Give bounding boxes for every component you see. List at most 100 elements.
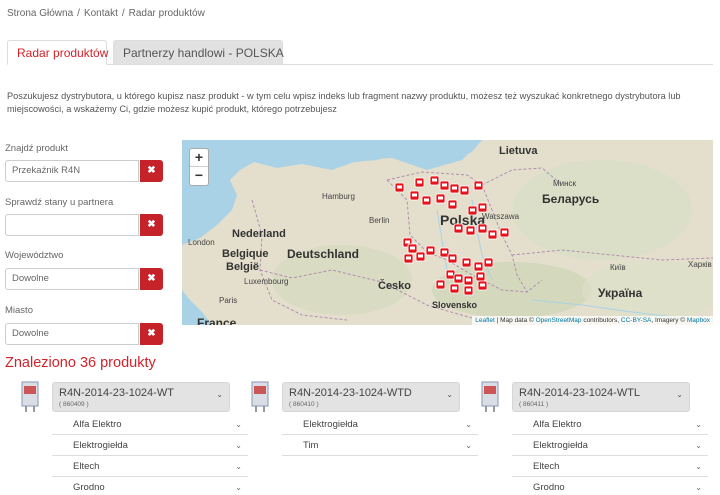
attribution-text: | Map data © xyxy=(494,317,536,324)
voivodeship-field: Dowolne ✖ xyxy=(5,268,163,290)
city-input[interactable]: Dowolne xyxy=(5,323,139,345)
city-field: Dowolne ✖ xyxy=(5,323,163,345)
map-label-london: London xyxy=(188,238,215,247)
map-label-minsk: Минск xyxy=(553,179,577,188)
map-label-luxembourg: Luxembourg xyxy=(244,277,289,286)
map-label-lietuva: Lietuva xyxy=(499,145,538,157)
chevron-down-icon: ⌄ xyxy=(235,441,242,450)
distributor-name: Tim xyxy=(303,440,319,451)
breadcrumb-home[interactable]: Strona Główna xyxy=(7,8,73,19)
leaflet-link[interactable]: Leaflet xyxy=(475,317,495,324)
map-attribution: Leaflet | Map data © OpenStreetMap contr… xyxy=(472,316,713,325)
breadcrumb-separator: / xyxy=(77,8,80,19)
chevron-down-icon: ⌄ xyxy=(235,420,242,429)
breadcrumb-contact[interactable]: Kontakt xyxy=(84,8,118,19)
chevron-down-icon: ⌄ xyxy=(695,462,702,471)
relay-thumbnail-icon xyxy=(481,381,499,412)
map-label-berlin: Berlin xyxy=(369,216,390,225)
distributor-list: Elektrogiełda ⌄ Tim ⌄ xyxy=(282,414,478,456)
breadcrumb-separator: / xyxy=(121,8,125,19)
zoom-out-button[interactable]: − xyxy=(190,167,208,185)
product-header[interactable]: R4N-2014-23-1024-WTL ( 860411 ) ⌄ xyxy=(512,382,690,412)
product-code: ( 860411 ) xyxy=(519,401,549,408)
tab-bar: Radar produktów Partnerzy handlowi - POL… xyxy=(7,40,713,65)
map-label-hamburg: Hamburg xyxy=(322,192,355,201)
chevron-down-icon: ⌄ xyxy=(695,441,702,450)
chevron-down-icon: ⌄ xyxy=(465,420,472,429)
product-name: R4N-2014-23-1024-WTL xyxy=(519,387,641,399)
map-zoom-control: + − xyxy=(189,148,209,186)
distributor-item[interactable]: Tim ⌄ xyxy=(282,435,478,456)
map-label-warszawa: Warszawa xyxy=(482,212,520,221)
partner-input[interactable] xyxy=(5,214,139,236)
clear-voivodeship-button[interactable]: ✖ xyxy=(140,268,163,290)
zoom-in-button[interactable]: + xyxy=(190,149,208,167)
distributor-item[interactable]: Grodno ⌄ xyxy=(512,477,708,495)
map-label-kharkiv: Харків xyxy=(688,260,712,269)
license-link[interactable]: CC-BY-SA xyxy=(621,317,651,324)
product-name: R4N-2014-23-1024-WT xyxy=(59,387,174,399)
clear-city-button[interactable]: ✖ xyxy=(140,323,163,345)
map-label-slovensko: Slovensko xyxy=(432,300,478,310)
tab-partners[interactable]: Partnerzy handlowi - POLSKA xyxy=(113,40,284,65)
chevron-down-icon: ⌄ xyxy=(446,390,453,399)
map-label-cesko: Česko xyxy=(378,280,412,292)
map-label-belgie: België xyxy=(226,261,260,273)
distributor-name: Elektrogiełda xyxy=(73,440,128,451)
product-search-input[interactable]: Przekaźnik R4N xyxy=(5,160,139,182)
distributor-item[interactable]: Elektrogiełda ⌄ xyxy=(52,435,248,456)
results-count: Znaleziono 36 produkty xyxy=(5,355,156,371)
distributor-list: Alfa Elektro ⌄ Elektrogiełda ⌄ Eltech ⌄ Gro… xyxy=(512,414,708,495)
mapbox-link[interactable]: Mapbox xyxy=(687,317,710,324)
voivodeship-input[interactable]: Dowolne xyxy=(5,268,139,290)
map-label-france: France xyxy=(197,316,237,325)
breadcrumb-current: Radar produktów xyxy=(128,8,205,19)
distributor-name: Elektrogiełda xyxy=(533,440,588,451)
city-label: Miasto xyxy=(5,305,33,316)
chevron-down-icon: ⌄ xyxy=(695,420,702,429)
distributor-item[interactable]: Eltech ⌄ xyxy=(512,456,708,477)
clear-partner-button[interactable]: ✖ xyxy=(140,214,163,236)
map-label-polska: Polska xyxy=(440,212,486,228)
chevron-down-icon: ⌄ xyxy=(676,390,683,399)
distributor-item[interactable]: Alfa Elektro ⌄ xyxy=(512,414,708,435)
product-field: Przekaźnik R4N ✖ xyxy=(5,160,163,182)
clear-product-button[interactable]: ✖ xyxy=(140,160,163,182)
chevron-down-icon: ⌄ xyxy=(216,390,223,399)
distributor-map[interactable]: + − Lietuva Polska Nederland Deutschland… xyxy=(182,140,713,325)
attribution-text: , Imagery © xyxy=(651,317,687,324)
chevron-down-icon: ⌄ xyxy=(465,441,472,450)
map-label-deutschland: Deutschland xyxy=(287,247,360,261)
partner-field: ✖ xyxy=(5,214,163,236)
map-label-belarus: Беларусь xyxy=(542,192,600,206)
distributor-item[interactable]: Alfa Elektro ⌄ xyxy=(52,414,248,435)
map-label-belgique: Belgique xyxy=(222,248,269,260)
product-header[interactable]: R4N-2014-23-1024-WTD ( 860410 ) ⌄ xyxy=(282,382,460,412)
chevron-down-icon: ⌄ xyxy=(695,483,702,492)
map-label-nederland: Nederland xyxy=(232,228,286,240)
product-name: R4N-2014-23-1024-WTD xyxy=(289,387,412,399)
map-label-kyiv: Київ xyxy=(610,263,626,272)
product-label: Znajdź produkt xyxy=(5,143,68,154)
partner-label: Sprawdź stany u partnera xyxy=(5,197,114,208)
distributor-item[interactable]: Eltech ⌄ xyxy=(52,456,248,477)
distributor-item[interactable]: Grodno ⌄ xyxy=(52,477,248,495)
tab-radar[interactable]: Radar produktów xyxy=(7,40,108,65)
map-label-paris: Paris xyxy=(219,296,238,305)
product-header[interactable]: R4N-2014-23-1024-WT ( 860409 ) ⌄ xyxy=(52,382,230,412)
distributor-item[interactable]: Elektrogiełda ⌄ xyxy=(512,435,708,456)
product-code: ( 860409 ) xyxy=(59,401,89,408)
intro-text: Poszukujesz dystrybutora, u którego kupi… xyxy=(7,91,681,114)
chevron-down-icon: ⌄ xyxy=(235,483,242,492)
osm-link[interactable]: OpenStreetMap xyxy=(536,317,582,324)
voivodeship-label: Województwo xyxy=(5,250,64,261)
distributor-item[interactable]: Elektrogiełda ⌄ xyxy=(282,414,478,435)
map-label-ukraina: Україна xyxy=(598,286,643,300)
distributor-name: Elektrogiełda xyxy=(303,419,358,430)
distributor-name: Eltech xyxy=(533,461,560,472)
distributor-name: Grodno xyxy=(533,482,565,493)
chevron-down-icon: ⌄ xyxy=(235,462,242,471)
relay-thumbnail-icon xyxy=(251,381,269,412)
distributor-name: Eltech xyxy=(73,461,100,472)
distributor-name: Grodno xyxy=(73,482,105,493)
